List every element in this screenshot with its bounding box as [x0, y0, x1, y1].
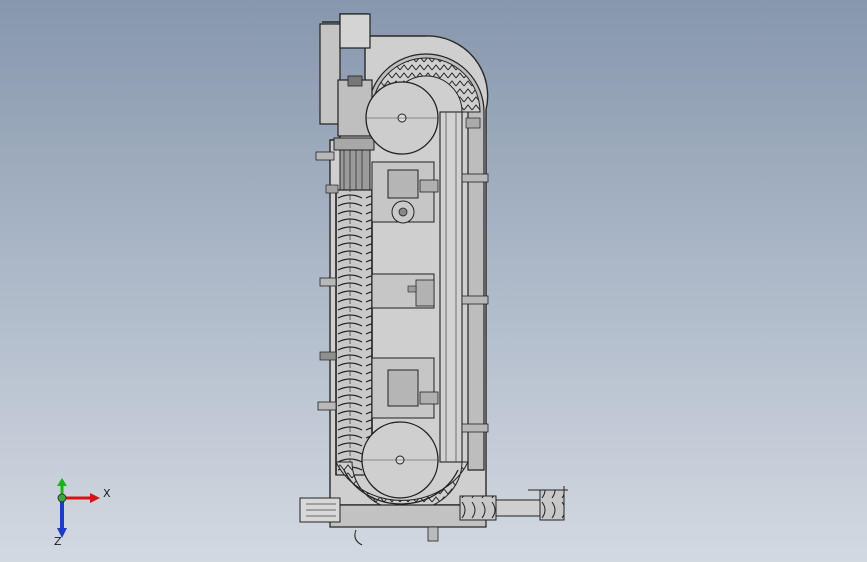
coordinate-triad: X Z	[54, 478, 111, 548]
x-axis-label: X	[103, 487, 111, 500]
base-frame[interactable]	[299, 497, 487, 546]
x-axis-icon	[62, 493, 100, 503]
z-axis-icon	[57, 498, 67, 538]
z-axis-label: Z	[54, 535, 62, 548]
drive-motor[interactable]	[319, 13, 375, 191]
origin-icon	[57, 493, 67, 503]
mounting-plate-middle[interactable]	[371, 273, 435, 309]
cad-graphics-viewport[interactable]: X Z	[0, 0, 867, 562]
carrying-chain[interactable]	[335, 189, 373, 476]
return-chain[interactable]	[439, 111, 463, 463]
conveyor-model-drawing[interactable]	[0, 0, 867, 562]
mounting-plate-upper[interactable]	[371, 161, 439, 224]
